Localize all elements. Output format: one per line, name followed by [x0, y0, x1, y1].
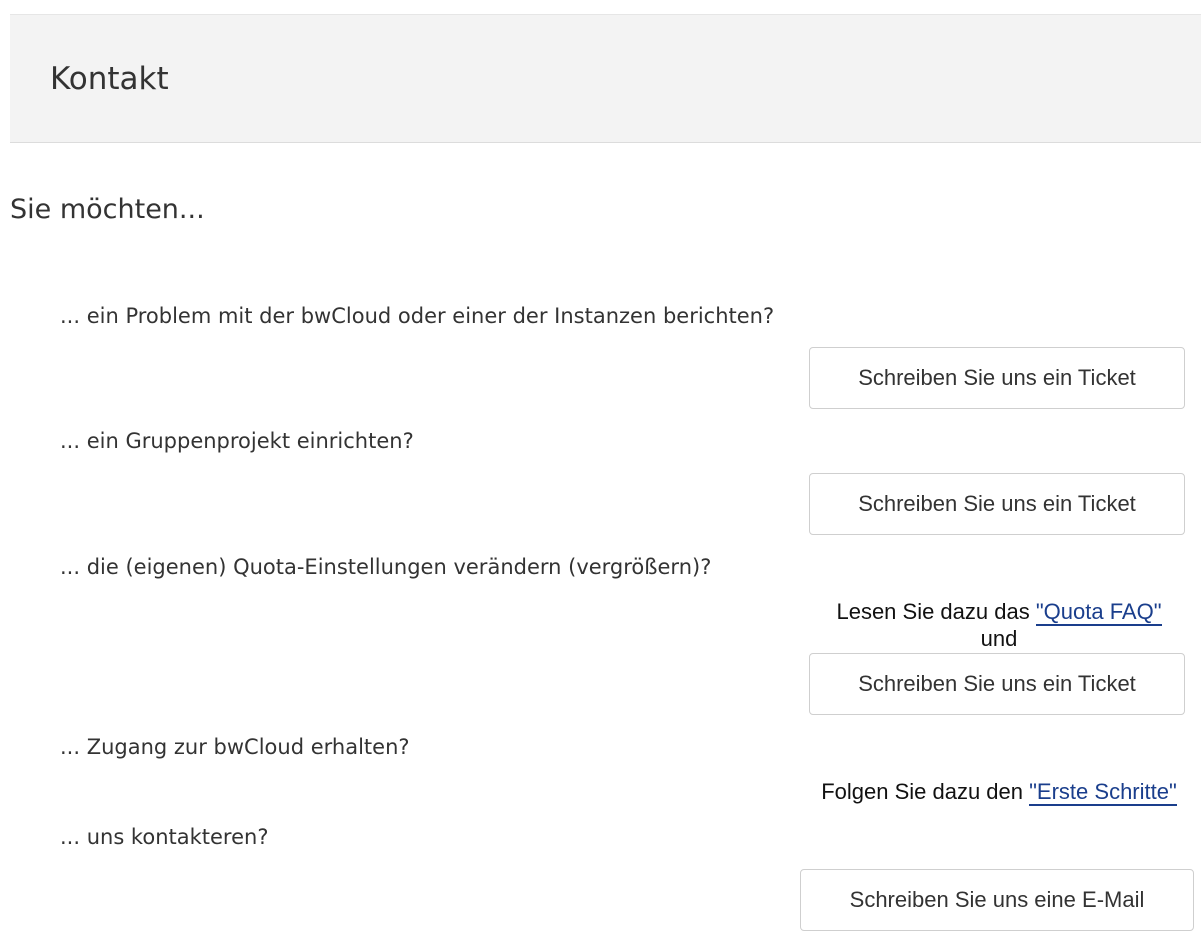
quota-info-prefix: Lesen Sie dazu das [836, 599, 1036, 624]
write-email-button[interactable]: Schreiben Sie uns eine E-Mail [800, 869, 1194, 931]
section-subtitle: Sie möchten... [10, 194, 205, 225]
question-report-problem: ... ein Problem mit der bwCloud oder ein… [60, 304, 775, 328]
page-title: Kontakt [50, 61, 169, 97]
access-info-text: Folgen Sie dazu den "Erste Schritte" [809, 778, 1189, 806]
quota-info-suffix: und [980, 626, 1018, 651]
write-ticket-button[interactable]: Schreiben Sie uns ein Ticket [809, 653, 1185, 715]
write-ticket-button[interactable]: Schreiben Sie uns ein Ticket [809, 473, 1185, 535]
quota-faq-link[interactable]: "Quota FAQ" [1035, 599, 1162, 626]
question-group-project: ... ein Gruppenprojekt einrichten? [60, 429, 414, 453]
quota-info-text: Lesen Sie dazu das "Quota FAQ" und [809, 598, 1189, 652]
page-header: Kontakt [10, 14, 1201, 143]
question-access: ... Zugang zur bwCloud erhalten? [60, 735, 410, 759]
question-contact: ... uns kontakteren? [60, 825, 269, 849]
question-quota: ... die (eigenen) Quota-Einstellungen ve… [60, 555, 712, 579]
write-ticket-button[interactable]: Schreiben Sie uns ein Ticket [809, 347, 1185, 409]
access-info-prefix: Folgen Sie dazu den [821, 779, 1030, 804]
first-steps-link[interactable]: "Erste Schritte" [1029, 779, 1177, 806]
